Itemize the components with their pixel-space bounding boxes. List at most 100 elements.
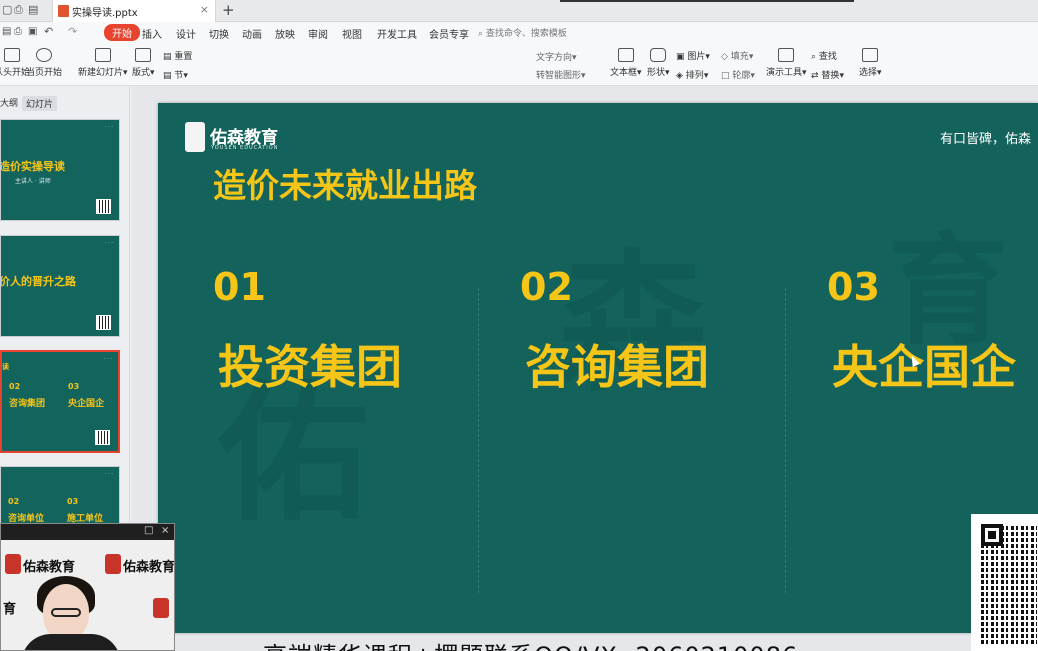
thumb-tag: · · ·: [105, 240, 113, 246]
slide-thumbnail-3[interactable]: · · · 读 02 咨询集团 03 央企国企: [0, 350, 120, 453]
slide-thumbnail-1[interactable]: · · · 造价实操导读 主讲人 · 讲师: [0, 119, 120, 221]
preview-icon[interactable]: ▣: [28, 26, 37, 37]
brand-seal-icon: [5, 554, 21, 574]
smart-art-button[interactable]: 转智能图形▾: [536, 68, 586, 81]
section-button[interactable]: ▤ 节▾: [163, 68, 188, 81]
menu-member[interactable]: 会员专享: [429, 26, 469, 41]
thumb-3-num-03: 03: [68, 382, 80, 391]
brand-seal-icon: [153, 598, 169, 618]
ribbon-toolbar: 从头开始 当页开始 新建幻灯片▾ 版式▾ ▤ 重置 ▤ 节▾ B I U S A…: [0, 42, 1038, 124]
tab-slides[interactable]: 幻灯片: [22, 96, 58, 111]
thumb-3-label-02: 咨询集团: [9, 399, 46, 409]
textbox-button[interactable]: 文本框▾: [610, 48, 642, 78]
arrange-button[interactable]: ◈ 排列▾: [676, 68, 708, 81]
search-icon: ⌕: [811, 52, 817, 62]
window-edge: [560, 0, 854, 2]
webcam-titlebar[interactable]: □ ×: [1, 524, 174, 540]
tab-outline[interactable]: 大纲: [0, 96, 18, 109]
cursor-select-icon: [862, 48, 879, 62]
close-icon[interactable]: ×: [161, 525, 169, 536]
brand-logo-icon: [185, 122, 205, 152]
print-quick-icon[interactable]: ⎙: [14, 26, 22, 37]
restore-icon[interactable]: □: [144, 525, 153, 536]
thumb-1-title: 造价实操导读: [0, 160, 65, 173]
text-direction-button[interactable]: 文字方向▾: [536, 50, 577, 63]
slide-slogan: 有口皆碑，佑森: [940, 132, 1032, 147]
thumb-1-subtitle: 主讲人 · 讲师: [15, 178, 51, 185]
menu-slideshow[interactable]: 放映: [275, 26, 295, 41]
document-tab-title: 实操导读.pptx: [72, 8, 138, 19]
picture-button[interactable]: ▣ 图片▾: [676, 49, 710, 62]
select-label: 选择: [859, 68, 878, 78]
column-1-number: 01: [213, 265, 266, 309]
column-2-number: 02: [520, 265, 573, 309]
thumb-tag: · · ·: [105, 124, 113, 130]
close-tab-icon[interactable]: ×: [200, 3, 209, 16]
layout-icon: [135, 48, 152, 62]
fill-button[interactable]: ◇ 填充▾: [721, 49, 753, 62]
textbox-icon: [617, 48, 634, 62]
new-tab-button[interactable]: +: [222, 1, 235, 19]
select-button[interactable]: 选择▾: [859, 48, 882, 78]
ribbon-menu: ▤ ⎙ ▣ ↶ ↷ 开始 插入 设计 切换 动画 放映 审阅 视图 开发工具 会…: [0, 22, 1038, 42]
save-icon[interactable]: ▢: [2, 3, 12, 16]
menu-home[interactable]: 开始: [104, 24, 140, 41]
column-2-label: 咨询集团: [525, 340, 709, 394]
qr-finder-icon: [981, 524, 1003, 546]
textbox-label: 文本框: [610, 68, 638, 78]
current-slide[interactable]: 佑 森 育 佑森教育 YOUSEN EDUCATION 有口皆碑，佑森 造价未来…: [158, 103, 1038, 633]
menu-design[interactable]: 设计: [176, 26, 196, 41]
command-search[interactable]: ⌕ 查找命令、搜索模板: [478, 26, 567, 39]
menu-developer[interactable]: 开发工具: [377, 26, 417, 41]
new-slide-label: 新建幻灯片: [78, 68, 124, 78]
find-button[interactable]: ⌕ 查找: [811, 49, 837, 62]
outline-label: 轮廓: [732, 71, 751, 81]
webcam-logo-3: 育: [3, 602, 17, 617]
play-circle-icon: [36, 48, 52, 62]
arrange-label: 排列: [685, 71, 704, 81]
menu-insert[interactable]: 插入: [142, 26, 162, 41]
current-play-label: 当页开始: [26, 68, 63, 78]
layout-button[interactable]: 版式▾: [132, 48, 155, 78]
glasses-icon: [51, 608, 81, 617]
qr-code-icon: [95, 430, 110, 445]
slide-title: 造价未来就业出路: [213, 166, 477, 205]
presenter-label: 演示工具: [766, 68, 803, 78]
shape-button[interactable]: 形状▾: [647, 48, 670, 78]
brand-logo-en: YOUSEN EDUCATION: [211, 145, 279, 151]
menu-review[interactable]: 审阅: [308, 26, 328, 41]
menu-animation[interactable]: 动画: [242, 26, 262, 41]
fill-label: 填充: [730, 52, 749, 62]
pptx-file-icon: [58, 5, 69, 17]
webcam-logo-2: 佑森教育: [123, 560, 175, 575]
slide-thumbnail-2[interactable]: · · · 价人的晋升之路: [0, 235, 120, 337]
replace-button[interactable]: ⇄ 替换▾: [811, 68, 844, 81]
webcam-logo-1: 佑森教育: [23, 560, 76, 575]
webcam-overlay[interactable]: □ × 佑森教育 佑森教育 育: [0, 523, 175, 651]
app-window: ▢ ⎙ ▤ 实操导读.pptx × + ▤ ⎙ ▣ ↶ ↷ 开始 插入 设计 切…: [0, 0, 1038, 651]
picture-label: 图片: [687, 52, 706, 62]
undo-icon[interactable]: ↶: [44, 25, 53, 38]
shape-icon: [650, 48, 667, 62]
document-tab[interactable]: 实操导读.pptx ×: [52, 0, 216, 22]
menu-view[interactable]: 视图: [342, 26, 362, 41]
export-icon[interactable]: ▤: [28, 3, 38, 16]
menu-transition[interactable]: 切换: [209, 26, 229, 41]
thumb-3-title: 读: [2, 363, 9, 371]
find-label: 查找: [818, 52, 837, 62]
column-3-label: 央企国企: [832, 340, 1016, 394]
presenter-tools-button[interactable]: 演示工具▾: [766, 48, 807, 78]
outline-button[interactable]: □ 轮廓▾: [721, 68, 755, 81]
thumb-tag: · · ·: [104, 356, 112, 362]
reset-button[interactable]: ▤ 重置: [163, 49, 192, 62]
qr-code-icon: [96, 199, 111, 214]
thumb-4-num-02: 02: [8, 497, 20, 506]
print-icon[interactable]: ⎙: [14, 3, 23, 17]
layout-label: 版式: [132, 68, 151, 78]
redo-icon[interactable]: ↷: [68, 25, 77, 38]
column-1-label: 投资集团: [218, 340, 402, 394]
new-slide-button[interactable]: 新建幻灯片▾: [78, 48, 128, 78]
file-icon[interactable]: ▤: [2, 26, 11, 37]
column-divider-2: [785, 288, 786, 593]
current-slide-play-button[interactable]: 当页开始: [26, 48, 62, 78]
